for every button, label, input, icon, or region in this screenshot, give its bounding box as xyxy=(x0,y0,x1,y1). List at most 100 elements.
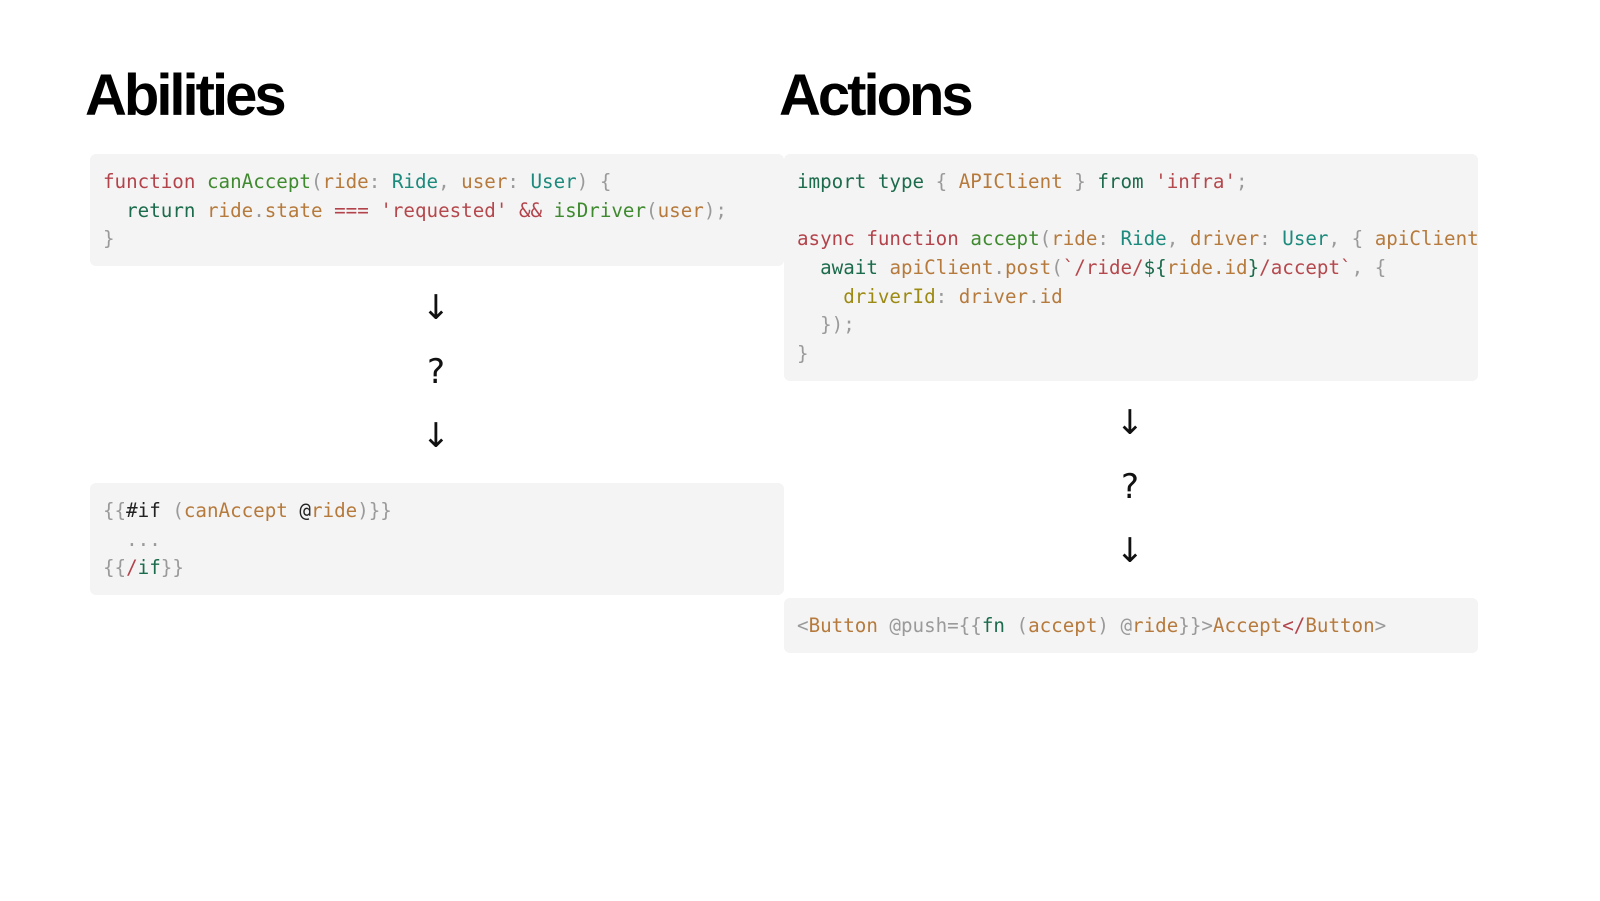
code-token: } xyxy=(1247,256,1260,280)
code-token: user xyxy=(657,198,704,222)
arrow-down-icon: ↓ xyxy=(1115,403,1145,443)
code-token: {{ xyxy=(958,614,982,637)
code-token: Ride xyxy=(1120,227,1167,251)
code-token: state xyxy=(264,198,323,222)
code-token: ; xyxy=(1236,170,1248,193)
code-token: User xyxy=(1282,227,1329,251)
code-token: ( xyxy=(310,170,323,193)
code-token: @push= xyxy=(877,614,959,637)
code-line: <Button @push={{fn (accept) @ride}}>Acce… xyxy=(797,612,1478,641)
code-token: canAccept xyxy=(206,170,311,193)
code-token: import xyxy=(797,170,867,193)
accept-action-code-block: import type { APIClient } from 'infra'; a… xyxy=(784,154,1478,381)
code-token: if xyxy=(137,556,161,580)
code-token: canAccept xyxy=(183,499,288,522)
code-line: async function accept(ride: Ride, driver… xyxy=(797,225,1478,254)
code-token: . xyxy=(1028,284,1040,308)
code-token: driver xyxy=(958,284,1029,308)
actions-title: Actions xyxy=(779,63,974,128)
code-token: } xyxy=(797,342,809,366)
code-token: : xyxy=(935,284,959,308)
code-token: Accept xyxy=(1212,614,1283,637)
code-token: ${ xyxy=(1143,256,1167,280)
code-token: return xyxy=(126,198,196,222)
code-token: ) { xyxy=(576,170,612,193)
code-token: type xyxy=(877,170,925,193)
code-token: ( xyxy=(646,198,658,222)
code-token: {{ xyxy=(103,499,127,522)
can-accept-code-block: function canAccept(ride: Ride, user: Use… xyxy=(90,154,784,266)
question-mark: ? xyxy=(426,352,446,392)
code-token: : xyxy=(1259,227,1283,251)
code-token: . xyxy=(253,198,265,222)
code-line: }); xyxy=(797,311,1478,340)
code-token: ride xyxy=(322,170,369,193)
code-token: / xyxy=(126,556,138,580)
code-line: await apiClient.post(`/ride/${ride.id}/a… xyxy=(797,254,1478,283)
code-token: await xyxy=(820,256,878,280)
code-token: APIClient xyxy=(958,170,1063,193)
code-token: ... xyxy=(103,527,161,551)
code-token: , xyxy=(1166,227,1190,251)
code-token: ) @ xyxy=(1097,614,1133,637)
code-line: driverId: driver.id xyxy=(797,283,1478,312)
code-token: from xyxy=(1097,170,1144,193)
code-token: : xyxy=(368,170,392,193)
code-token: id xyxy=(1039,284,1063,308)
code-token: && xyxy=(518,198,543,222)
code-token: `/ride/ xyxy=(1062,256,1144,280)
code-token: } xyxy=(103,227,115,251)
code-token: ride xyxy=(206,198,254,222)
code-token: accept xyxy=(1028,614,1098,637)
code-line: function canAccept(ride: Ride, user: Use… xyxy=(103,168,784,197)
code-token: Button xyxy=(808,614,878,637)
code-token: : xyxy=(507,170,531,193)
code-token: isDriver xyxy=(553,198,647,222)
code-token: Button xyxy=(1305,614,1375,637)
code-token: 'infra' xyxy=(1155,170,1237,193)
code-token: ( xyxy=(1039,227,1052,251)
arrow-down-icon: ↓ xyxy=(421,288,451,328)
code-token: apiClient xyxy=(1374,227,1478,251)
code-token: ride xyxy=(1051,227,1098,251)
code-token: , xyxy=(438,170,462,193)
code-token: > xyxy=(1374,614,1387,637)
arrow-down-icon: ↓ xyxy=(1115,531,1145,571)
code-token: } xyxy=(1062,170,1098,193)
code-token: , { xyxy=(1351,256,1387,280)
code-token: driverId xyxy=(843,284,936,308)
code-token: ride xyxy=(1132,614,1179,637)
code-line: import type { APIClient } from 'infra'; xyxy=(797,168,1478,197)
code-token: @ xyxy=(299,499,311,522)
code-token: fn xyxy=(981,614,1005,637)
code-token: }}> xyxy=(1178,614,1213,637)
button-template-code-block: <Button @push={{fn (accept) @ride}}>Acce… xyxy=(784,598,1478,653)
code-token: ); xyxy=(703,198,727,222)
code-token: {{ xyxy=(103,556,127,580)
code-token: . xyxy=(993,256,1005,280)
code-line: return ride.state === 'requested' && isD… xyxy=(103,197,784,226)
code-token: < xyxy=(797,614,809,637)
code-token: ride.id xyxy=(1166,256,1248,280)
code-line: {{#if (canAccept @ride)}} xyxy=(103,497,784,526)
code-token: 'requested' xyxy=(380,198,508,222)
code-token: User xyxy=(530,170,577,193)
abilities-title: Abilities xyxy=(85,63,287,128)
code-token: apiClient xyxy=(889,256,994,280)
code-token: </ xyxy=(1282,614,1306,637)
code-token: { xyxy=(924,170,959,193)
code-token: }} xyxy=(160,556,184,580)
code-token: )}} xyxy=(357,499,392,522)
